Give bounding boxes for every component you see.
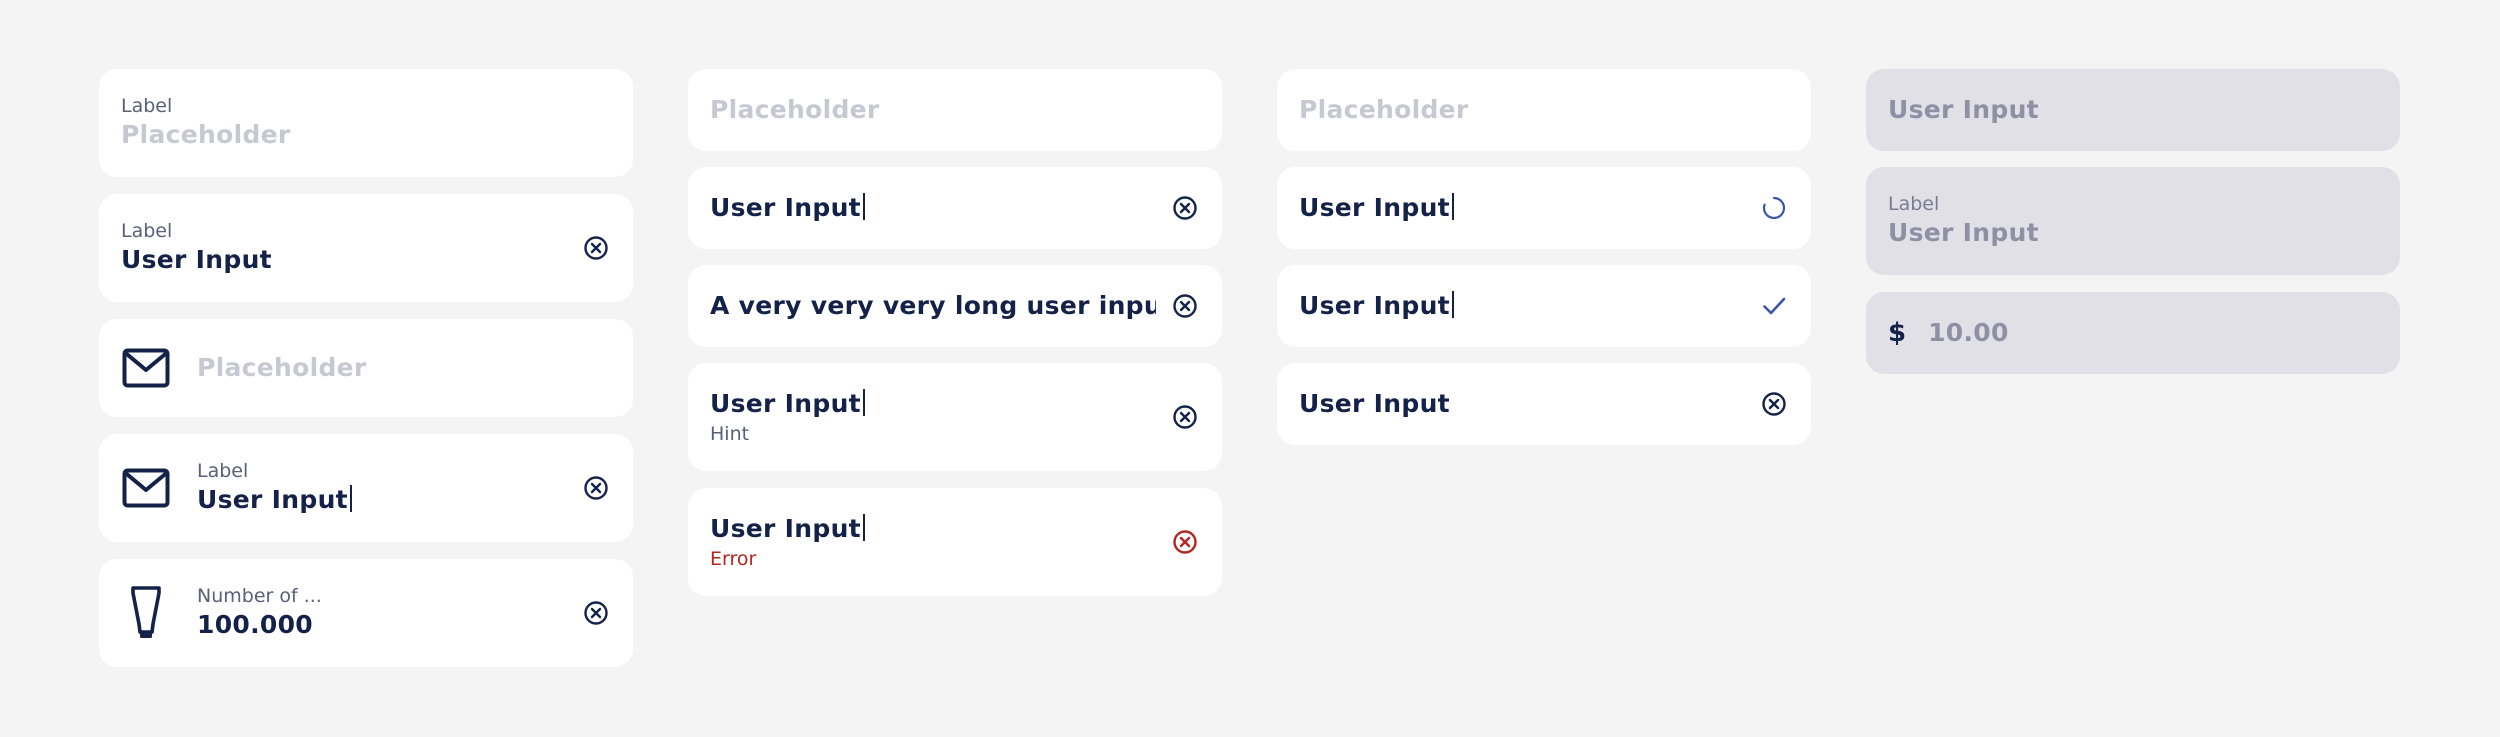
text-cursor <box>862 389 865 416</box>
field-error: Error <box>710 548 757 570</box>
field-value: User Input <box>1299 291 1450 320</box>
field-value: User Input <box>1888 95 2039 124</box>
email-input-field[interactable]: Label User Input <box>99 434 633 542</box>
disabled-input-field: User Input <box>1866 69 2400 151</box>
field-value: User Input <box>1299 389 1450 418</box>
field-value: User Input <box>1299 193 1450 222</box>
currency-symbol: $ <box>1888 318 1907 348</box>
filled-input-field[interactable]: User Input <box>1277 363 1811 445</box>
clear-icon[interactable] <box>1759 389 1789 419</box>
field-value: 10.00 <box>1928 318 2009 347</box>
field-value: User Input <box>710 514 861 543</box>
tube-icon <box>121 585 171 641</box>
field-placeholder: Placeholder <box>121 120 291 149</box>
clear-icon[interactable] <box>581 233 611 263</box>
placeholder-field[interactable]: Placeholder <box>1277 69 1811 151</box>
clear-icon[interactable] <box>1170 193 1200 223</box>
clear-icon[interactable] <box>581 473 611 503</box>
field-label: Label <box>197 460 249 482</box>
text-cursor <box>349 485 352 512</box>
field-label: Label <box>1888 193 1940 215</box>
field-hint: Hint <box>710 423 750 445</box>
field-value: User Input <box>197 485 348 514</box>
field-placeholder: Placeholder <box>197 353 367 382</box>
field-label: Label <box>121 95 173 117</box>
placeholder-field[interactable]: Placeholder <box>688 69 1222 151</box>
field-value: User Input <box>121 245 272 274</box>
long-input-field[interactable]: A very very very long user input... <box>688 265 1222 347</box>
clear-icon[interactable] <box>1170 402 1200 432</box>
clear-icon[interactable] <box>581 598 611 628</box>
field-value: User Input <box>710 193 861 222</box>
disabled-labeled-field: Label User Input <box>1866 167 2400 275</box>
error-clear-icon[interactable] <box>1170 527 1200 557</box>
field-label: Label <box>121 220 173 242</box>
disabled-currency-field: $ 10.00 <box>1866 292 2400 374</box>
field-value: User Input <box>1888 218 2039 247</box>
text-cursor <box>1451 193 1454 220</box>
clear-icon[interactable] <box>1170 291 1200 321</box>
active-input-field[interactable]: User Input <box>688 167 1222 249</box>
loading-spinner-icon <box>1759 193 1789 223</box>
text-cursor <box>1451 291 1454 318</box>
text-cursor <box>862 514 865 541</box>
field-placeholder: Placeholder <box>1299 95 1469 124</box>
error-input-field[interactable]: User Input Error <box>688 488 1222 596</box>
valid-input-field[interactable]: User Input <box>1277 265 1811 347</box>
checkmark-icon <box>1759 291 1789 321</box>
field-value: User Input <box>710 389 861 418</box>
field-value: A very very very long user input... <box>710 291 1156 320</box>
email-placeholder-field[interactable]: Placeholder <box>99 319 633 417</box>
field-label: Number of ... <box>197 585 322 607</box>
mail-icon <box>121 340 171 396</box>
field-value: 100.000 <box>197 610 313 639</box>
text-cursor <box>862 193 865 220</box>
number-input-field[interactable]: Number of ... 100.000 <box>99 559 633 667</box>
mail-icon <box>121 460 171 516</box>
loading-input-field[interactable]: User Input <box>1277 167 1811 249</box>
labeled-input-field[interactable]: Label User Input <box>99 194 633 302</box>
hint-input-field[interactable]: User Input Hint <box>688 363 1222 471</box>
labeled-placeholder-field[interactable]: Label Placeholder <box>99 69 633 177</box>
field-placeholder: Placeholder <box>710 95 880 124</box>
